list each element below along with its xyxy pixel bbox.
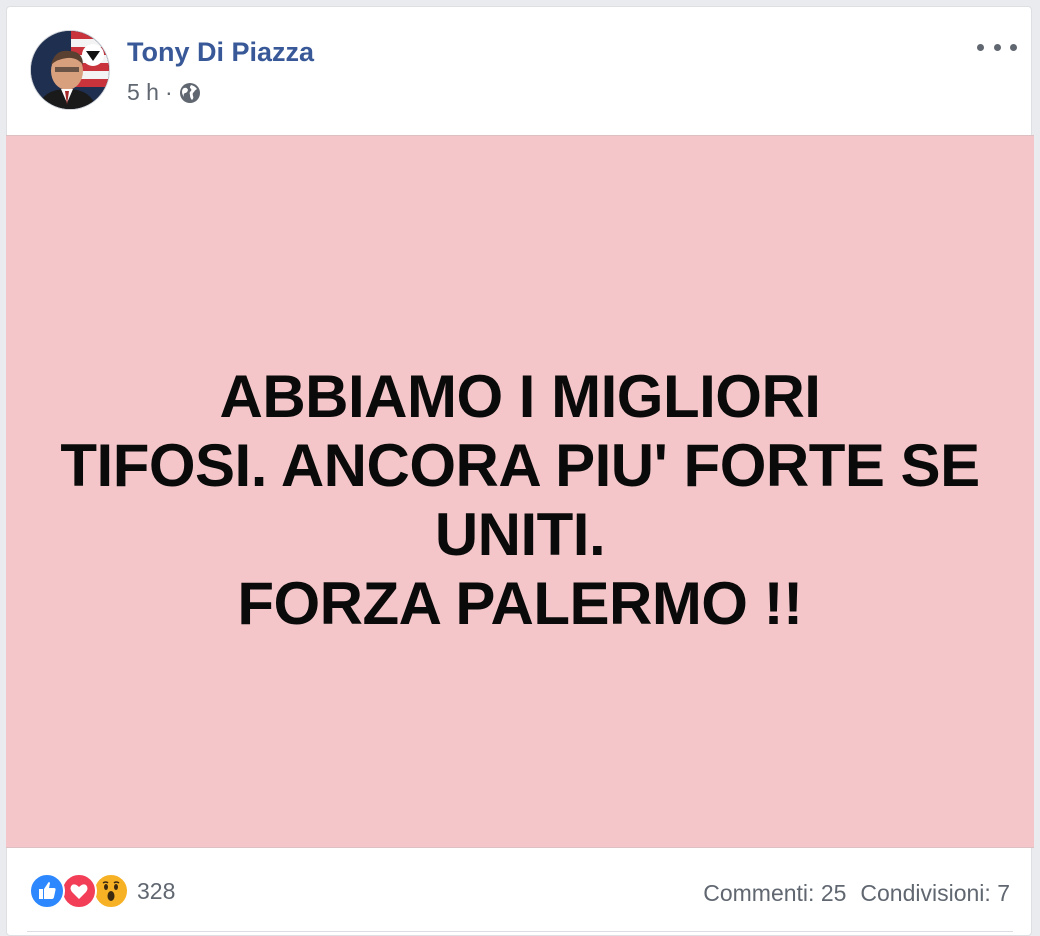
love-icon <box>61 873 97 909</box>
comments-count-link[interactable]: Commenti: 25 <box>703 880 846 907</box>
post-text: ABBIAMO I MIGLIORI TIFOSI. ANCORA PIU' F… <box>60 362 980 638</box>
more-dot-icon <box>1010 43 1017 51</box>
like-icon <box>29 873 65 909</box>
post-time[interactable]: 5 h <box>127 79 159 106</box>
post-text-line: ABBIAMO I MIGLIORI <box>219 362 821 430</box>
post-stats: Commenti: 25 Condivisioni: 7 <box>703 880 1010 907</box>
globe-icon <box>179 82 201 104</box>
reactions-summary[interactable]: 328 <box>29 873 175 909</box>
post-card: Tony Di Piazza 5 h · ABBIAMO I MIGLIORI … <box>6 6 1034 936</box>
more-dot-icon <box>993 43 1001 51</box>
post-text-line: FORZA PALERMO !! <box>237 569 803 637</box>
shares-count-link[interactable]: Condivisioni: 7 <box>860 880 1010 907</box>
more-options-button[interactable] <box>977 35 1017 59</box>
reaction-count: 328 <box>137 877 176 904</box>
author-name-link[interactable]: Tony Di Piazza <box>127 37 314 68</box>
post-header: Tony Di Piazza 5 h · <box>7 7 1033 135</box>
post-text-background: ABBIAMO I MIGLIORI TIFOSI. ANCORA PIU' F… <box>6 135 1034 848</box>
post-meta: 5 h · <box>127 79 201 106</box>
wow-icon <box>93 873 129 909</box>
footer-divider <box>27 931 1013 932</box>
post-text-line: UNITI. <box>434 500 606 568</box>
meta-separator: · <box>164 79 173 105</box>
post-text-line: TIFOSI. ANCORA PIU' FORTE SE <box>60 431 980 499</box>
stats-spacer <box>846 880 860 907</box>
post-footer: 328 Commenti: 25 Condivisioni: 7 <box>7 848 1033 932</box>
more-dot-icon <box>977 43 984 51</box>
author-avatar[interactable] <box>30 30 110 110</box>
